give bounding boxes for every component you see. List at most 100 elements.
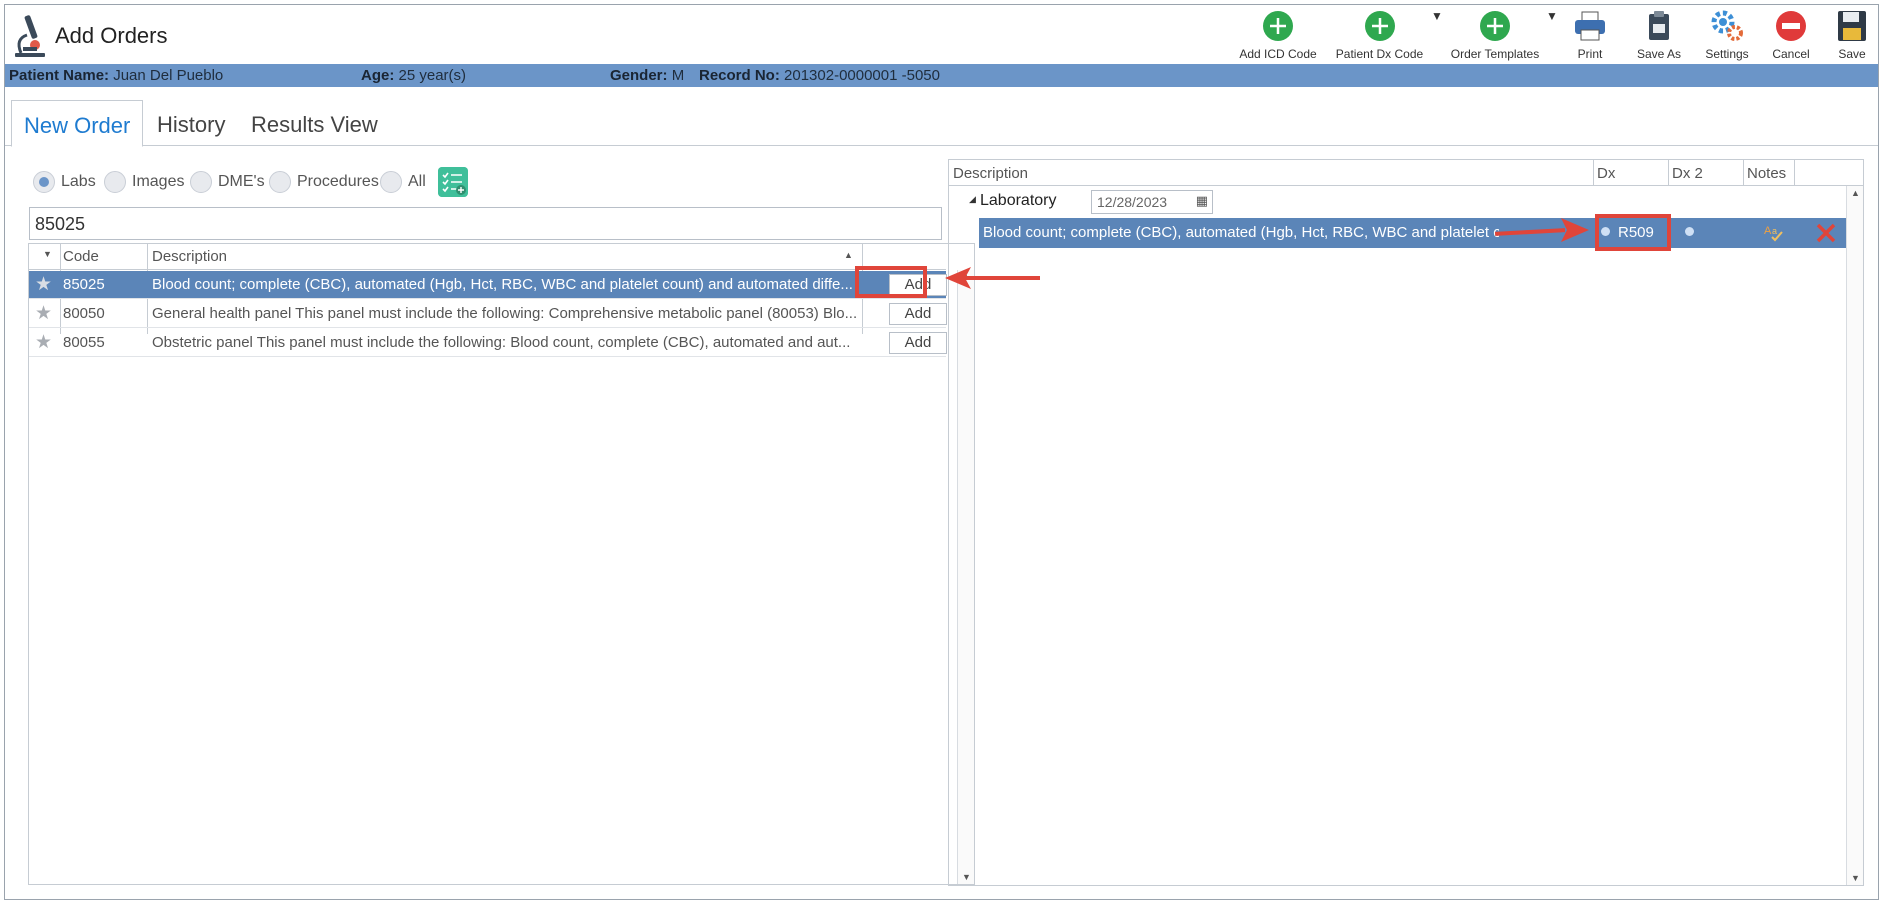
patient-age-label: Age:	[361, 67, 395, 84]
patient-record-field: Record No: 201302-0000001 -5050	[699, 67, 940, 84]
group-row-laboratory[interactable]: ◢ Laboratory 12/28/2023 ▦	[949, 188, 1863, 216]
save-as-button[interactable]: Save As	[1632, 9, 1686, 63]
settings-label: Settings	[1705, 47, 1749, 61]
tab-new-order[interactable]: New Order	[11, 100, 144, 147]
floppy-disk-icon	[1838, 11, 1866, 41]
patient-record-value: 201302-0000001 -5050	[784, 67, 940, 84]
radio-dmes[interactable]: DME's	[190, 171, 265, 193]
radio-labs[interactable]: Labs	[33, 171, 96, 193]
patient-age-field: Age: 25 year(s)	[361, 67, 466, 84]
patient-gender-field: Gender: M	[610, 67, 684, 84]
svg-text:a: a	[1772, 226, 1777, 236]
row-description: Obstetric panel This panel must include …	[152, 334, 851, 351]
orders-grid-header: Description Dx Dx 2 Notes	[949, 160, 1863, 186]
table-row[interactable]: ★ 85025 Blood count; complete (CBC), aut…	[29, 271, 946, 299]
clipboard-save-icon	[1649, 11, 1669, 40]
column-divider	[1593, 160, 1594, 186]
save-button[interactable]: Save	[1832, 9, 1872, 63]
checklist-add-icon[interactable]	[438, 167, 468, 197]
orders-grid: Description Dx Dx 2 Notes ◢ Laboratory 1…	[948, 159, 1864, 886]
order-date-value: 12/28/2023	[1097, 194, 1168, 210]
row-code: 85025	[63, 276, 105, 293]
patient-dx-dropdown-icon[interactable]: ▼	[1431, 9, 1443, 63]
favorite-star-icon[interactable]: ★	[35, 273, 52, 296]
radio-procedures-label: Procedures	[297, 173, 379, 190]
order-templates-button[interactable]: Order Templates	[1445, 9, 1545, 63]
order-date-picker[interactable]: 12/28/2023 ▦	[1091, 190, 1213, 214]
header-dx2[interactable]: Dx 2	[1672, 165, 1703, 182]
header-notes[interactable]: Notes	[1747, 165, 1786, 182]
search-input[interactable]: 85025	[29, 207, 942, 240]
annotation-highlight-dx	[1595, 214, 1671, 251]
print-button[interactable]: Print	[1568, 9, 1612, 63]
header-order-description[interactable]: Description	[953, 165, 1028, 182]
radio-images[interactable]: Images	[104, 171, 184, 193]
add-circle-icon	[1263, 11, 1293, 41]
order-row[interactable]: Blood count; complete (CBC), automated (…	[979, 218, 1847, 248]
favorite-star-icon[interactable]: ★	[35, 302, 52, 325]
dx2-indicator-icon[interactable]	[1685, 227, 1694, 236]
svg-text:A: A	[1764, 225, 1772, 237]
save-label: Save	[1838, 47, 1866, 61]
printer-icon	[1575, 11, 1605, 41]
patient-dx-code-button[interactable]: Patient Dx Code	[1332, 9, 1427, 63]
patient-name-value: Juan Del Pueblo	[113, 67, 224, 84]
header-dx[interactable]: Dx	[1597, 165, 1615, 182]
scroll-up-icon[interactable]: ▲	[1851, 188, 1860, 198]
add-orders-window: Add Orders Add ICD Code Patient Dx Code …	[4, 4, 1879, 900]
add-icd-code-button[interactable]: Add ICD Code	[1238, 9, 1318, 63]
scroll-down-icon[interactable]: ▼	[1851, 873, 1860, 883]
radio-procedures[interactable]: Procedures	[269, 171, 379, 193]
annotation-arrow-left	[965, 276, 1040, 280]
orders-scrollbar[interactable]: ▲ ▼	[1846, 186, 1863, 885]
gear-icon	[1711, 10, 1743, 41]
table-row[interactable]: ★ 80050 General health panel This panel …	[29, 300, 946, 328]
add-icd-code-label: Add ICD Code	[1239, 47, 1317, 61]
order-templates-dropdown-icon[interactable]: ▼	[1546, 9, 1558, 63]
arrow-left-icon	[945, 267, 971, 289]
microscope-icon	[15, 15, 45, 57]
cancel-button[interactable]: Cancel	[1771, 9, 1811, 63]
header-code[interactable]: Code	[63, 248, 99, 265]
collapse-triangle-icon[interactable]: ◢	[969, 194, 976, 205]
order-description: Blood count; complete (CBC), automated (…	[983, 224, 1499, 241]
radio-unselected-icon	[380, 171, 402, 193]
sort-ascending-icon: ▲	[844, 250, 853, 260]
patient-gender-value: M	[671, 67, 685, 84]
column-chooser-icon[interactable]: ▼	[43, 249, 52, 259]
table-row[interactable]: ★ 80055 Obstetric panel This panel must …	[29, 329, 946, 357]
print-label: Print	[1577, 47, 1603, 61]
column-divider	[1743, 160, 1744, 186]
add-button[interactable]: Add	[889, 303, 947, 325]
cancel-label: Cancel	[1772, 47, 1810, 61]
add-button[interactable]: Add	[889, 332, 947, 354]
notes-spellcheck-icon[interactable]: A a	[1763, 223, 1785, 243]
calendar-icon[interactable]: ▦	[1196, 193, 1208, 209]
results-grid: ▼ Code Description ▲ ★ 85025 Blood count…	[28, 243, 975, 885]
radio-selected-icon	[33, 171, 55, 193]
group-label: Laboratory	[980, 192, 1057, 209]
radio-all[interactable]: All	[380, 171, 426, 193]
radio-unselected-icon	[104, 171, 126, 193]
patient-age-value: 25 year(s)	[398, 67, 467, 84]
column-divider	[1794, 160, 1795, 186]
tab-results-view[interactable]: Results View	[239, 100, 390, 146]
delete-x-icon[interactable]	[1816, 223, 1836, 243]
add-circle-icon	[1480, 11, 1510, 41]
add-circle-icon	[1364, 11, 1395, 41]
save-as-label: Save As	[1636, 47, 1682, 61]
arrow-right-icon	[1561, 218, 1589, 242]
cancel-icon	[1776, 11, 1806, 41]
row-code: 80055	[63, 334, 105, 351]
row-description: Blood count; complete (CBC), automated (…	[152, 276, 853, 293]
favorite-star-icon[interactable]: ★	[35, 331, 52, 354]
header-description[interactable]: Description	[152, 248, 227, 265]
settings-button[interactable]: Settings	[1699, 9, 1755, 63]
patient-info-bar: Patient Name: Juan Del Pueblo Age: 25 ye…	[5, 64, 1878, 87]
row-code: 80050	[63, 305, 105, 322]
column-divider	[1668, 160, 1669, 186]
radio-unselected-icon	[269, 171, 291, 193]
tab-history[interactable]: History	[145, 100, 237, 146]
annotation-highlight-add	[855, 266, 927, 298]
order-templates-label: Order Templates	[1450, 47, 1540, 61]
